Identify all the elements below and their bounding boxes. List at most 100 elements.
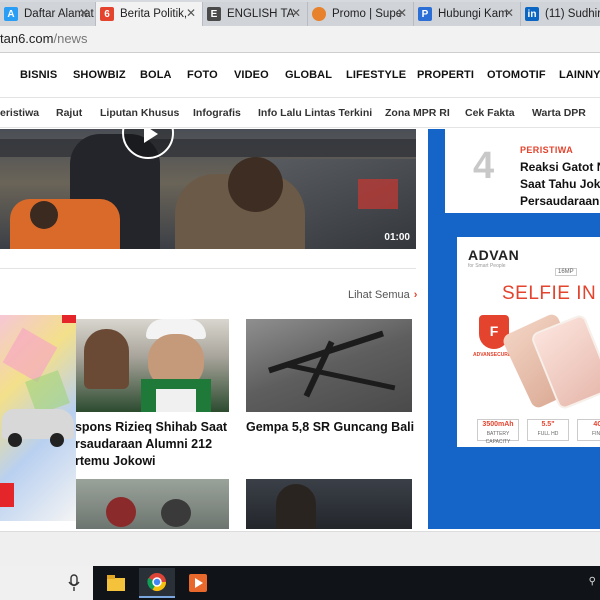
linkedin-icon: in: [525, 7, 539, 21]
nav-bisnis[interactable]: BISNIS: [20, 69, 57, 81]
nav-properti[interactable]: PROPERTI: [417, 69, 474, 81]
card-image[interactable]: [246, 479, 412, 529]
trending-title: Reaksi Gatot N Saat Tahu Joko Persaudara…: [520, 159, 600, 210]
video-scene: [30, 201, 58, 229]
taskbar-search-box[interactable]: [0, 566, 93, 600]
chrome-icon[interactable]: [139, 568, 175, 598]
subnav-peristiwa[interactable]: eristiwa: [0, 107, 39, 119]
browser-window: A Daftar Alamat ✕ 6 Berita Politik, ✕ E …: [0, 0, 600, 600]
tab-promo[interactable]: Promo | Supe ✕: [308, 2, 414, 26]
close-icon[interactable]: ✕: [397, 6, 407, 20]
card-title[interactable]: Gempa 5,8 SR Guncang Bali: [246, 419, 416, 436]
subnav-warta-dpr[interactable]: Warta DPR: [532, 107, 586, 119]
network-icon[interactable]: ⚲: [589, 576, 596, 587]
url-host: tan6.com: [0, 31, 54, 46]
favicon-icon: A: [4, 7, 18, 21]
sub-nav: eristiwa Rajut Liputan Khusus Infografis…: [0, 98, 600, 128]
subnav-infografis[interactable]: Infografis: [193, 107, 241, 119]
spec-label: FING: [592, 431, 600, 437]
car-wheel: [8, 433, 22, 447]
spec-value: 5.5": [541, 421, 555, 428]
floating-car-ad[interactable]: [0, 315, 76, 521]
spec-screen: 5.5" FULL HD: [527, 419, 569, 441]
card-image-person: [156, 389, 196, 412]
subnav-rajut[interactable]: Rajut: [56, 107, 82, 119]
nav-global[interactable]: GLOBAL: [285, 69, 332, 81]
see-all-label: Lihat Semua: [348, 289, 410, 301]
card-image-motorbike: [161, 499, 191, 527]
chevron-right-icon: ›: [413, 289, 418, 301]
video-scene: [228, 157, 283, 212]
video-scene: [10, 199, 120, 249]
video-duration: 01:00: [384, 232, 410, 243]
content-area: 01:00 Lihat Semua › espons Rizieq Shihab …: [0, 129, 600, 531]
subnav-info-lalu-lintas[interactable]: Info Lalu Lintas Terkini: [258, 107, 372, 119]
spec-battery: 3500mAh BATTERY CAPACITY: [477, 419, 519, 445]
ad-close-icon[interactable]: [62, 315, 76, 323]
trending-title-line: Reaksi Gatot N: [520, 160, 600, 174]
nav-lainnya[interactable]: LAINNYA: [559, 69, 600, 81]
subnav-cek-fakta[interactable]: Cek Fakta: [465, 107, 515, 119]
tab-hubungi[interactable]: P Hubungi Kam ✕: [414, 2, 521, 26]
tab-label: (11) Sudhir: [545, 8, 600, 20]
section-divider: [0, 268, 416, 269]
nav-video[interactable]: VIDEO: [234, 69, 269, 81]
tab-bar: A Daftar Alamat ✕ 6 Berita Politik, ✕ E …: [0, 0, 600, 26]
address-bar[interactable]: tan6.com/news: [0, 26, 600, 53]
tab-label: Promo | Supe: [332, 8, 403, 20]
trending-title-line: Saat Tahu Joko: [520, 177, 600, 191]
subnav-liputan-khusus[interactable]: Liputan Khusus: [100, 107, 179, 119]
ad-headline: SELFIE IN I: [502, 283, 600, 304]
tab-label: Berita Politik,: [120, 8, 188, 20]
card-image-person: [276, 484, 316, 529]
tab-berita-politik[interactable]: 6 Berita Politik, ✕: [96, 2, 203, 26]
spec-fingerprint: 4G FING: [577, 419, 600, 441]
close-icon[interactable]: ✕: [504, 6, 514, 20]
close-icon[interactable]: ✕: [186, 6, 196, 20]
card-title-line: Gempa 5,8 SR Guncang Bali: [246, 420, 415, 434]
advan-tagline: for Smart People: [468, 263, 506, 269]
tab-daftar-alamat[interactable]: A Daftar Alamat ✕: [0, 2, 96, 26]
close-icon[interactable]: ✕: [79, 6, 89, 20]
video-scene: [358, 179, 398, 209]
url-text[interactable]: tan6.com/news: [0, 31, 87, 46]
advan-ad[interactable]: ADVAN for Smart People 16MP SELFIE IN I …: [457, 237, 600, 447]
nav-bola[interactable]: BOLA: [140, 69, 172, 81]
see-all-link[interactable]: Lihat Semua ›: [348, 289, 417, 301]
browser-bottom-area: [0, 531, 600, 566]
camera-spec: 16MP: [555, 268, 577, 276]
subnav-zona-mpr[interactable]: Zona MPR RI: [385, 107, 450, 119]
card-title[interactable]: espons Rizieq Shihab Saat ersaudaraan Al…: [68, 419, 238, 470]
spec-label: BATTERY CAPACITY: [485, 431, 511, 445]
file-explorer-icon[interactable]: [98, 568, 134, 598]
card-title-line: ersaudaraan Alumni 212: [68, 437, 213, 451]
favicon-icon: 6: [100, 7, 114, 21]
nav-foto[interactable]: FOTO: [187, 69, 218, 81]
nav-showbiz[interactable]: SHOWBIZ: [73, 69, 126, 81]
card-image-motorbike: [106, 497, 136, 527]
card-image[interactable]: [76, 319, 229, 412]
advan-logo: ADVAN: [468, 247, 520, 263]
car-wheel: [50, 433, 64, 447]
ad-badge: [0, 483, 14, 507]
close-icon[interactable]: ✕: [291, 6, 301, 20]
card-image[interactable]: [76, 479, 229, 529]
media-player-icon[interactable]: [180, 568, 216, 598]
video-scene: [0, 139, 416, 157]
tab-english[interactable]: E ENGLISH TA ✕: [203, 2, 308, 26]
tab-label: ENGLISH TA: [227, 8, 295, 20]
trending-title-line: Persaudaraan A: [520, 194, 600, 208]
nav-otomotif[interactable]: OTOMOTIF: [487, 69, 546, 81]
trending-category: PERISTIWA: [520, 145, 574, 155]
trending-item[interactable]: 4 PERISTIWA Reaksi Gatot N Saat Tahu Jok…: [445, 129, 600, 213]
card-image-person: [84, 329, 129, 389]
favicon-icon: [312, 7, 326, 21]
nav-lifestyle[interactable]: LIFESTYLE: [346, 69, 406, 81]
microphone-icon[interactable]: [68, 574, 80, 592]
favicon-icon: P: [418, 7, 432, 21]
spec-label: FULL HD: [537, 431, 559, 437]
video-player[interactable]: 01:00: [0, 129, 416, 249]
card-image[interactable]: [246, 319, 412, 412]
tab-linkedin[interactable]: in (11) Sudhir: [521, 2, 600, 26]
url-path: /news: [53, 31, 88, 46]
